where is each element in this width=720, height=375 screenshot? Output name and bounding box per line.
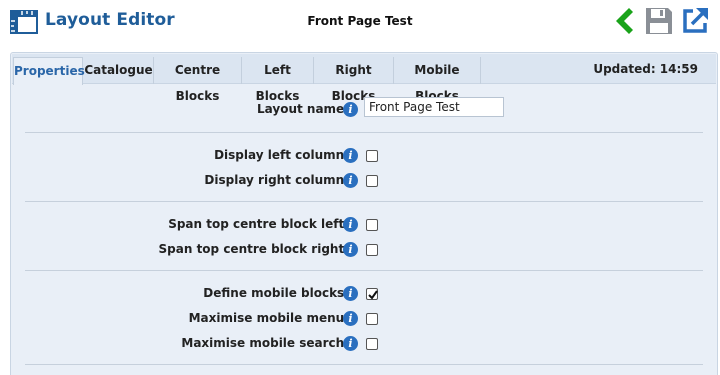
app-header: Layout Editor Front Page Test — [0, 0, 720, 42]
span-top-centre-right-checkbox[interactable] — [366, 244, 378, 256]
span-top-centre-left-row: Span top centre block left: i — [11, 215, 717, 235]
info-icon[interactable]: i — [343, 311, 358, 326]
display-left-column-row: Display left column: i — [11, 146, 717, 166]
info-icon[interactable]: i — [343, 217, 358, 232]
checkmark-icon — [368, 290, 378, 300]
back-arrow-icon[interactable] — [610, 6, 640, 36]
tab-centre-blocks[interactable]: Centre Blocks — [154, 57, 242, 103]
maximise-mobile-menu-checkbox[interactable] — [366, 313, 378, 325]
tab-mobile-blocks[interactable]: Mobile Blocks — [394, 57, 481, 103]
span-top-centre-right-label: Span top centre block right: — [158, 242, 349, 256]
display-right-column-row: Display right column: i — [11, 171, 717, 191]
span-top-centre-left-checkbox[interactable] — [366, 219, 378, 231]
define-mobile-blocks-row: Define mobile blocks: i — [11, 284, 717, 304]
maximise-mobile-menu-label: Maximise mobile menu: — [188, 311, 349, 325]
updated-status: Updated: 14:59 — [593, 62, 698, 76]
maximise-mobile-search-row: Maximise mobile search: i — [11, 334, 717, 354]
tab-catalogue[interactable]: Catalogue — [84, 57, 154, 84]
define-mobile-blocks-label: Define mobile blocks: — [203, 286, 349, 300]
divider — [25, 364, 703, 365]
layout-name-row: Layout name: i — [11, 97, 717, 120]
floppy-disk-icon[interactable] — [644, 6, 674, 36]
maximise-mobile-search-checkbox[interactable] — [366, 338, 378, 350]
info-icon[interactable]: i — [343, 102, 358, 117]
maximise-mobile-search-label: Maximise mobile search: — [181, 336, 349, 350]
display-left-column-label: Display left column: — [214, 148, 349, 162]
tab-left-blocks[interactable]: Left Blocks — [242, 57, 314, 103]
info-icon[interactable]: i — [343, 286, 358, 301]
layout-name-input[interactable] — [364, 97, 504, 117]
tab-bar: Properties Catalogue Centre Blocks Left … — [12, 54, 716, 103]
define-mobile-blocks-checkbox[interactable] — [366, 288, 378, 300]
info-icon[interactable]: i — [343, 336, 358, 351]
external-link-icon[interactable] — [680, 6, 710, 36]
layout-name-label: Layout name: — [257, 102, 349, 116]
info-icon[interactable]: i — [343, 173, 358, 188]
span-top-centre-left-label: Span top centre block left: — [168, 217, 349, 231]
maximise-mobile-menu-row: Maximise mobile menu: i — [11, 309, 717, 329]
divider — [25, 270, 703, 271]
divider — [25, 132, 703, 133]
tab-properties[interactable]: Properties — [13, 57, 85, 85]
properties-panel: Properties Catalogue Centre Blocks Left … — [10, 52, 718, 375]
display-right-column-checkbox[interactable] — [366, 175, 378, 187]
display-left-column-checkbox[interactable] — [366, 150, 378, 162]
tab-right-blocks[interactable]: Right Blocks — [314, 57, 394, 103]
info-icon[interactable]: i — [343, 148, 358, 163]
info-icon[interactable]: i — [343, 242, 358, 257]
span-top-centre-right-row: Span top centre block right: i — [11, 240, 717, 260]
display-right-column-label: Display right column: — [204, 173, 349, 187]
divider — [25, 201, 703, 202]
